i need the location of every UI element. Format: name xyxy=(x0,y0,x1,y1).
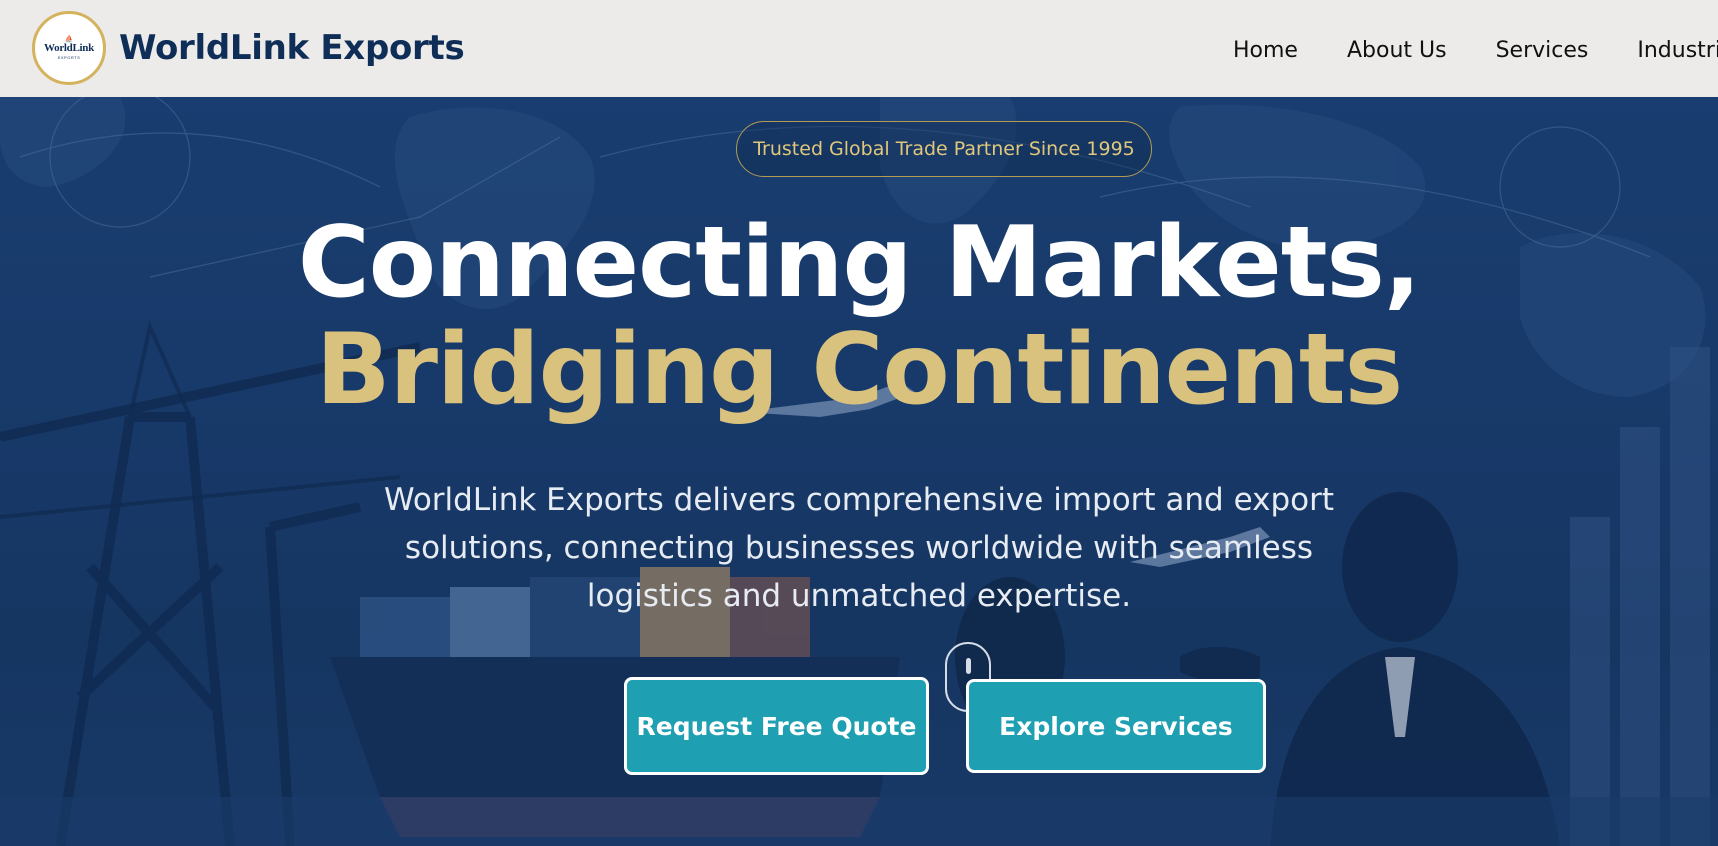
brand-name[interactable]: WorldLink Exports xyxy=(119,28,465,68)
trust-badge: Trusted Global Trade Partner Since 1995 xyxy=(736,121,1152,177)
nav-industries[interactable]: Industrie xyxy=(1637,37,1718,65)
main-nav: Home About Us Services Industrie xyxy=(1233,37,1718,65)
nav-services[interactable]: Services xyxy=(1496,37,1589,65)
hero-headline-line2: Bridging Continents xyxy=(315,313,1403,427)
site-header: ⛵ WorldLink EXPORTS WorldLink Exports Ho… xyxy=(0,0,1718,97)
nav-home[interactable]: Home xyxy=(1233,37,1298,65)
nav-about-us[interactable]: About Us xyxy=(1347,37,1447,65)
scroll-wheel-icon xyxy=(966,658,971,674)
hero-description: WorldLink Exports delivers comprehensive… xyxy=(383,482,1335,614)
hero-section: Trusted Global Trade Partner Since 1995 … xyxy=(0,97,1718,846)
explore-services-button[interactable]: Explore Services xyxy=(966,679,1266,773)
hero-headline-line1: Connecting Markets, xyxy=(297,206,1421,320)
logo-subtext: EXPORTS xyxy=(57,54,81,60)
company-logo[interactable]: ⛵ WorldLink EXPORTS xyxy=(32,11,106,85)
logo-wordmark: WorldLink xyxy=(44,42,94,55)
request-free-quote-button[interactable]: Request Free Quote xyxy=(624,677,929,775)
